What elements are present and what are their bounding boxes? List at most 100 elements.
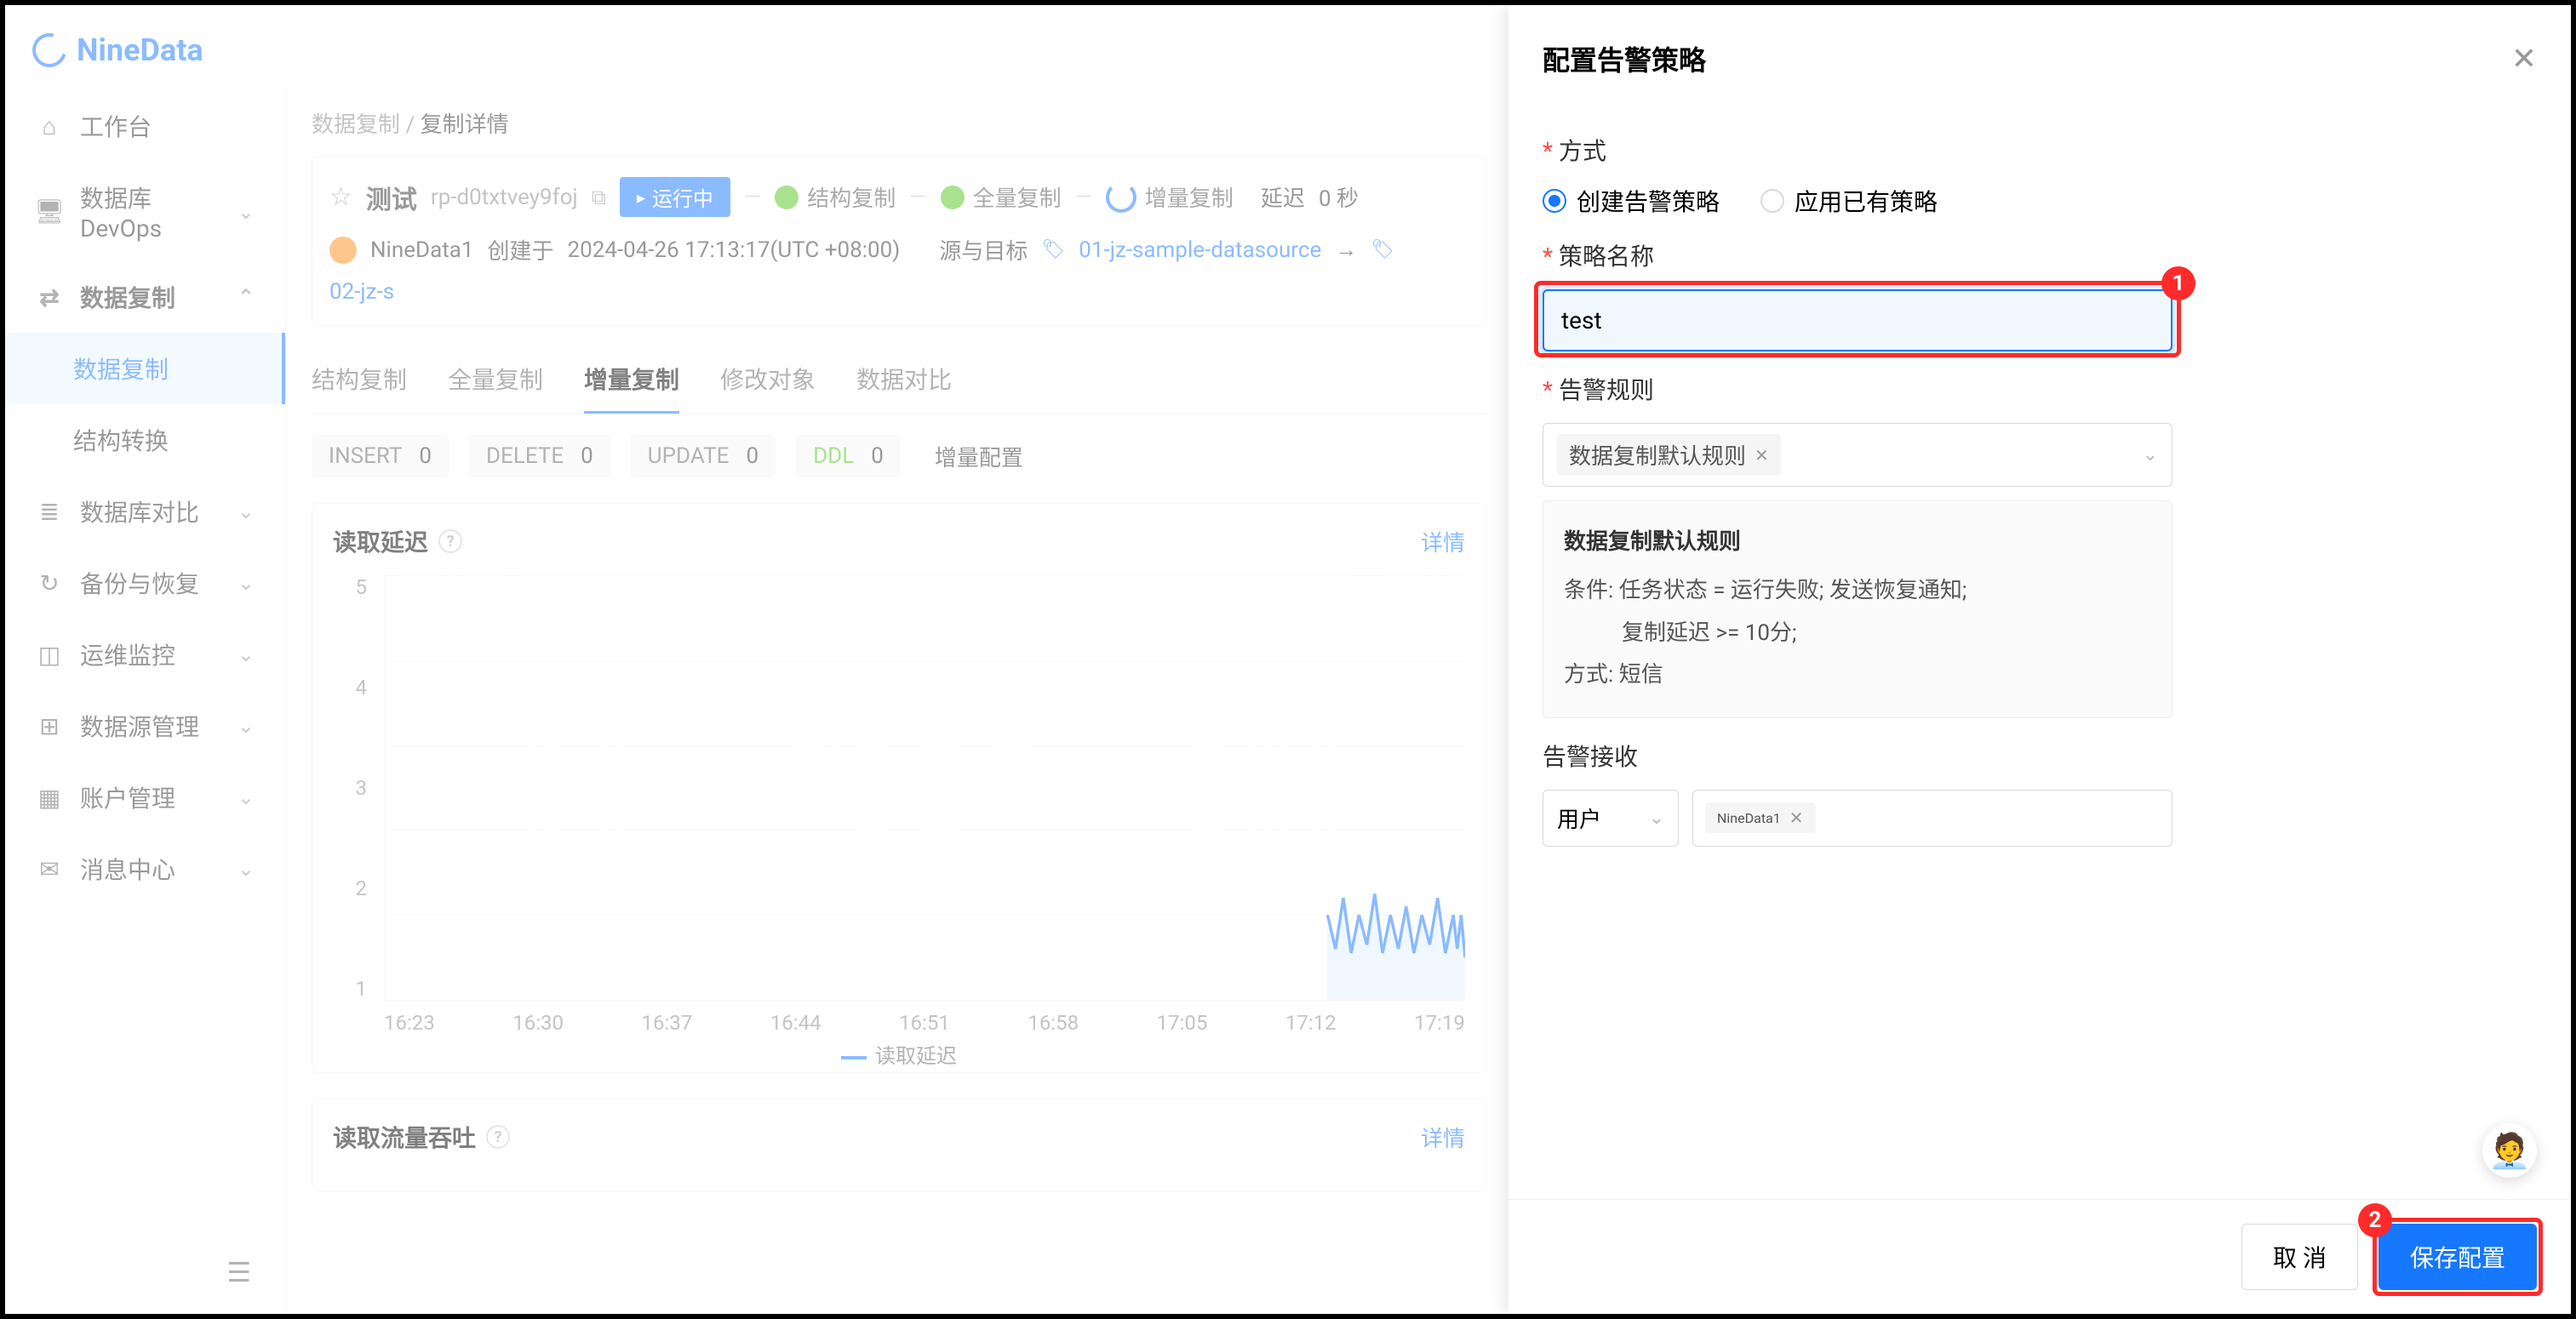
alert-rule-select[interactable]: 数据复制默认规则✕ ⌄ (1543, 423, 2172, 487)
policy-name-label: 策略名称 (1543, 238, 2537, 272)
help-icon[interactable]: ? (486, 1125, 510, 1149)
chart-title: 读取流量吞吐? (333, 1120, 510, 1154)
chart-title: 读取延迟? (333, 524, 462, 558)
incremental-config-link[interactable]: 增量配置 (935, 441, 1023, 472)
ops-icon: ◫ (36, 641, 63, 668)
radio-apply-policy[interactable]: 应用已有策略 (1760, 184, 1938, 218)
nav-label: 数据库对比 (80, 494, 199, 528)
source-link[interactable]: 01-jz-sample-datasource (1079, 237, 1321, 263)
nav-devops[interactable]: 🖥 数据库 DevOps ⌄ (5, 162, 285, 261)
stats-row: INSERT0 DELETE0 UPDATE0 DDL0 增量配置 (312, 435, 1486, 477)
radio-icon (1760, 189, 1784, 213)
nav-label: 工作台 (80, 109, 152, 143)
mode-label: 方式 (1543, 133, 2537, 167)
monitor-icon: 🖥 (36, 198, 63, 226)
stat-ddl: DDL0 (796, 435, 901, 477)
nav-ops[interactable]: ◫ 运维监控 ⌄ (5, 619, 285, 690)
chevron-down-icon: ⌄ (238, 714, 255, 738)
support-icon[interactable]: 🧑‍💼 (2482, 1123, 2537, 1178)
policy-name-input[interactable] (1543, 289, 2172, 351)
db-icon: 🏷 (1041, 239, 1065, 260)
nav-label: 消息中心 (80, 852, 175, 886)
nav-struct-convert[interactable]: 结构转换 (5, 404, 285, 476)
tab-modify[interactable]: 修改对象 (720, 346, 816, 414)
stat-insert: INSERT0 (312, 435, 449, 477)
tag-remove-icon[interactable]: ✕ (1789, 808, 1804, 828)
tag-remove-icon[interactable]: ✕ (1755, 445, 1769, 465)
star-icon[interactable]: ☆ (329, 182, 352, 212)
tab-compare[interactable]: 数据对比 (856, 346, 952, 414)
creator: NineData1 (370, 237, 473, 263)
nav-account[interactable]: ▦账户管理⌄ (5, 762, 285, 833)
chevron-up-icon: ⌃ (238, 285, 255, 309)
replication-icon: ⇄ (36, 283, 63, 311)
save-button[interactable]: 保存配置 2 (2379, 1224, 2537, 1290)
nav-replication-group[interactable]: ⇄ 数据复制 ⌃ (5, 261, 285, 333)
help-icon[interactable]: ? (438, 529, 462, 553)
stat-update: UPDATE0 (631, 435, 776, 477)
chevron-down-icon: ⌄ (238, 571, 255, 595)
avatar-icon (329, 237, 357, 264)
plot-area (384, 575, 1465, 1001)
nav-replication[interactable]: 数据复制 (5, 333, 285, 404)
src-dst-label: 源与目标 (939, 234, 1028, 266)
account-icon: ▦ (36, 784, 63, 811)
tab-full[interactable]: 全量复制 (448, 346, 543, 414)
copy-icon[interactable]: ⧉ (592, 186, 606, 209)
detail-link[interactable]: 详情 (1421, 1122, 1465, 1153)
chevron-down-icon: ⌄ (238, 200, 255, 224)
rule-detail-title: 数据复制默认规则 (1564, 522, 2151, 563)
rule-detail-box: 数据复制默认规则 条件: 任务状态 = 运行失败; 发送恢复通知; 复制延迟 >… (1543, 500, 2172, 718)
tabs: 结构复制 全量复制 增量复制 修改对象 数据对比 (312, 346, 1486, 414)
task-title: 测试 (366, 179, 417, 216)
sidebar: ⌂工作台 🖥数据库 DevOps⌄ ⇄数据复制⌃ 数据复制 结构转换 ≣数据库对… (5, 90, 286, 1314)
rule-tag: 数据复制默认规则✕ (1557, 434, 1781, 476)
throughput-chart: 读取流量吞吐? 详情 (312, 1099, 1486, 1192)
chevron-down-icon: ⌄ (238, 500, 255, 523)
logo-icon (26, 27, 73, 74)
chart-legend: 读取延迟 (333, 1039, 1465, 1069)
cancel-button[interactable]: 取 消 (2241, 1224, 2358, 1290)
drawer-title: 配置告警策略 (1543, 39, 1706, 78)
nav-label: 数据库 DevOps (80, 180, 220, 243)
detail-link[interactable]: 详情 (1421, 526, 1465, 557)
tab-incremental[interactable]: 增量复制 (584, 346, 679, 414)
breadcrumb-current: 复制详情 (421, 112, 509, 138)
nav-label: 结构转换 (73, 423, 169, 457)
nav-message[interactable]: ✉消息中心⌄ (5, 833, 285, 905)
step-structure: 结构复制 (775, 181, 896, 213)
receiver-type-select[interactable]: 用户⌄ (1543, 790, 1679, 847)
tab-structure[interactable]: 结构复制 (312, 346, 407, 414)
target-link[interactable]: 02-jz-s (329, 279, 394, 305)
main-content: 数据复制 / 复制详情 ☆ 测试 rp-d0txtvey9foj ⧉ 运行中 —… (286, 90, 1512, 1314)
nav-label: 数据源管理 (80, 709, 199, 743)
close-icon[interactable]: ✕ (2511, 41, 2537, 77)
nav-backup[interactable]: ↻备份与恢复⌄ (5, 547, 285, 619)
breadcrumb-parent[interactable]: 数据复制 (312, 112, 400, 138)
task-id: rp-d0txtvey9foj (431, 185, 578, 210)
radio-create-policy[interactable]: 创建告警策略 (1543, 184, 1720, 218)
radio-icon (1543, 189, 1566, 213)
brand-logo: NineData (32, 32, 203, 68)
logo-text: NineData (77, 32, 203, 68)
receiver-tags[interactable]: NineData1✕ (1692, 790, 2172, 847)
chevron-down-icon: ⌄ (2143, 444, 2158, 465)
alert-policy-drawer: 配置告警策略 ✕ 方式 创建告警策略 应用已有策略 策略名称 1 告警规则 数据… (1508, 5, 2571, 1314)
breadcrumb: 数据复制 / 复制详情 (312, 90, 1486, 156)
status-badge: 运行中 (620, 177, 730, 217)
step-full: 全量复制 (941, 181, 1062, 213)
nav-label: 运维监控 (80, 637, 175, 671)
nav-compare[interactable]: ≣数据库对比⌄ (5, 476, 285, 547)
line-series (385, 575, 1465, 1000)
receiver-tag: NineData1✕ (1705, 802, 1816, 833)
nav-workbench[interactable]: ⌂工作台 (5, 90, 285, 162)
chevron-down-icon: ⌄ (1649, 808, 1664, 829)
read-delay-chart: 读取延迟? 详情 5 4 3 2 1 (312, 503, 1486, 1073)
alert-rule-label: 告警规则 (1543, 372, 2537, 406)
receiver-label: 告警接收 (1543, 739, 2537, 773)
collapse-icon[interactable]: ☰ (226, 1256, 251, 1288)
chevron-down-icon: ⌄ (238, 642, 255, 666)
chevron-down-icon: ⌄ (238, 785, 255, 809)
nav-datasource[interactable]: ⊞数据源管理⌄ (5, 690, 285, 762)
nav-label: 数据复制 (80, 280, 175, 314)
